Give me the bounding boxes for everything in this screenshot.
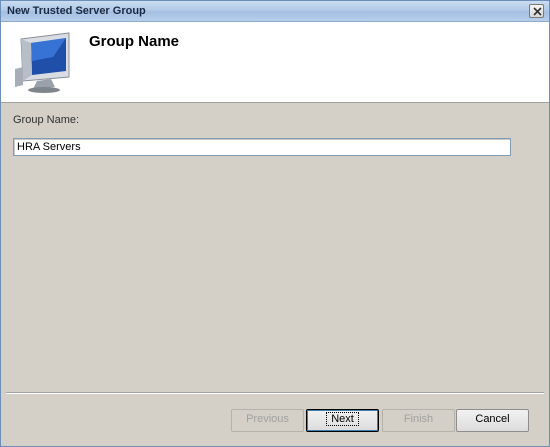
next-button[interactable]: Next (306, 409, 379, 432)
close-button[interactable] (529, 4, 544, 18)
close-icon (533, 7, 542, 16)
cancel-button[interactable]: Cancel (456, 409, 529, 432)
window-title: New Trusted Server Group (7, 5, 146, 17)
next-button-label: Next (326, 412, 359, 426)
previous-button[interactable]: Previous (231, 409, 304, 432)
finish-button[interactable]: Finish (382, 409, 455, 432)
page-title: Group Name (89, 33, 180, 50)
wizard-window: New Trusted Server Group Group Name Grou… (0, 0, 550, 447)
wizard-header: Group Name (1, 22, 549, 103)
group-name-label: Group Name: (13, 114, 80, 126)
title-bar[interactable]: New Trusted Server Group (1, 1, 549, 22)
computer-icon (15, 32, 70, 93)
group-name-input[interactable] (13, 138, 511, 156)
footer-divider (6, 392, 544, 394)
